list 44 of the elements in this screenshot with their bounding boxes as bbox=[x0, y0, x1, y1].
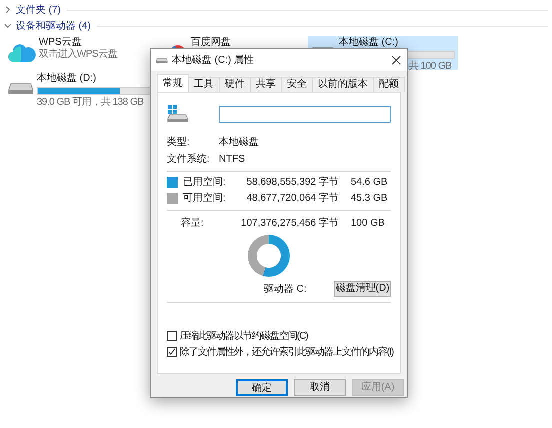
donut-slice bbox=[262, 235, 290, 277]
drive-subtitle: 39.0 GB 可用，共 138 GB bbox=[37, 97, 145, 109]
checkbox-label: 压缩此驱动器以节约磁盘空间(C) bbox=[180, 330, 308, 344]
drive-icon bbox=[167, 105, 189, 123]
space-label: 可用空间: bbox=[183, 192, 226, 206]
dialog-button[interactable]: 确定 bbox=[236, 379, 288, 396]
chevron-icon[interactable] bbox=[4, 22, 12, 30]
drive-name: WPS云盘 bbox=[39, 37, 83, 48]
window-title: 本地磁盘 (C:) 属性 bbox=[172, 54, 256, 68]
size-value: 54.6 GB bbox=[351, 176, 388, 190]
drive-item[interactable]: WPS云盘 双击进入WPS云盘 bbox=[6, 36, 164, 70]
field-label: 类型: bbox=[167, 136, 191, 150]
disk-cleanup-button[interactable]: 磁盘清理(D) bbox=[334, 281, 391, 297]
drive-name: 本地磁盘 (C:) bbox=[339, 37, 400, 49]
name-input-field[interactable] bbox=[219, 106, 391, 122]
checkbox-label: 除了文件属性外，还允许索引此驱动器上文件的内容(I) bbox=[180, 346, 394, 360]
field-label: 文件系统: bbox=[167, 152, 211, 167]
field-value: NTFS bbox=[219, 153, 246, 167]
drive-subtitle: 双击进入WPS云盘 bbox=[39, 49, 118, 61]
byte-count: 58,698,555,392 字节 bbox=[246, 176, 339, 190]
tab[interactable]: 配额 bbox=[373, 77, 405, 92]
size-value: 100 GB bbox=[351, 217, 385, 231]
byte-count: 48,677,720,064 字节 bbox=[246, 192, 339, 206]
size-value: 45.3 GB bbox=[351, 192, 388, 206]
tab[interactable]: 工具 bbox=[188, 77, 220, 92]
dialog-button: 应用(A) bbox=[352, 379, 404, 396]
drive-name: 本地磁盘 (D:) bbox=[37, 73, 98, 85]
byte-count: 107,376,275,456 字节 bbox=[241, 216, 339, 231]
donut-slice bbox=[248, 235, 269, 276]
chevron-icon[interactable] bbox=[4, 6, 12, 14]
space-label: 容量: bbox=[181, 216, 204, 231]
dialog-button[interactable]: 取消 bbox=[294, 379, 346, 396]
drive-name: 百度网盘 bbox=[191, 37, 231, 49]
tab[interactable]: 共享 bbox=[250, 77, 282, 92]
cloud-icon bbox=[8, 43, 36, 63]
checkbox[interactable] bbox=[167, 347, 177, 357]
drive-letter-label: 驱动器 C: bbox=[263, 282, 308, 296]
group-header[interactable]: 文件夹 (7) bbox=[16, 2, 61, 18]
tab[interactable]: 常规 bbox=[157, 74, 189, 92]
checkbox[interactable] bbox=[167, 331, 177, 341]
group-header[interactable]: 设备和驱动器 (4) bbox=[16, 18, 91, 34]
field-value: 本地磁盘 bbox=[219, 136, 259, 150]
space-label: 已用空间: bbox=[183, 176, 226, 190]
drive-subtitle: 共 100 GB bbox=[409, 61, 453, 73]
